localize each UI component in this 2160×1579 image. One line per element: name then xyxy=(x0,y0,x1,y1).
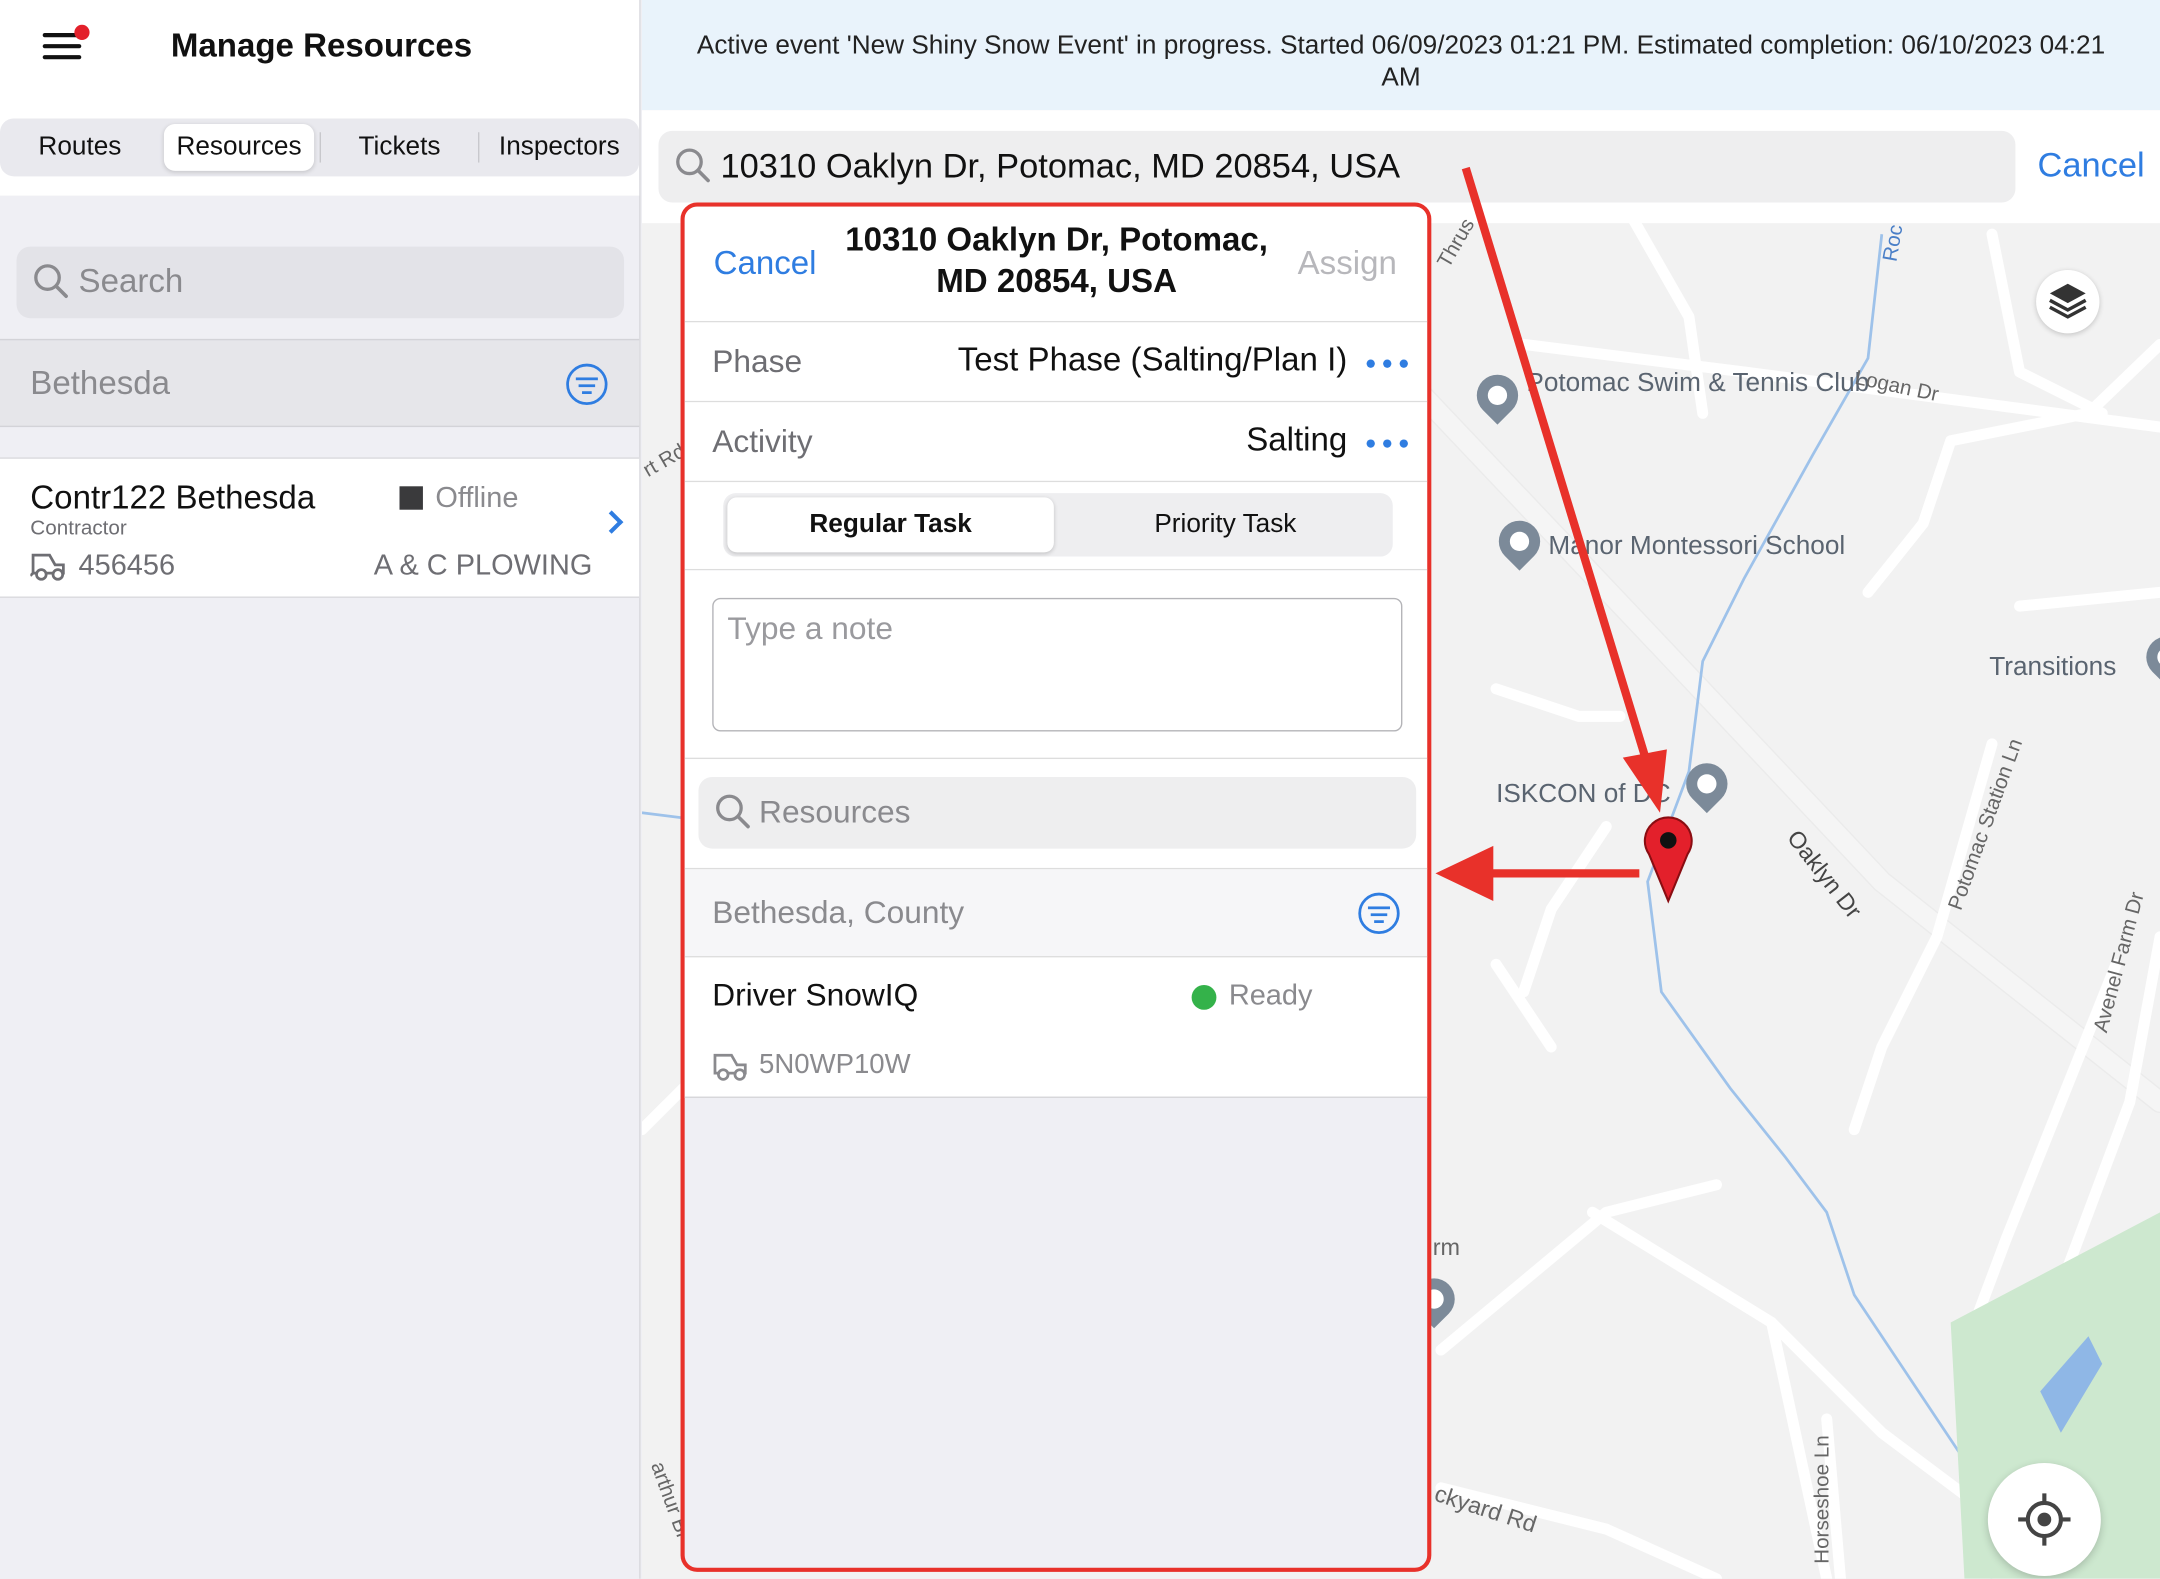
assign-task-popup: Cancel 10310 Oaklyn Dr, Potomac, MD 2085… xyxy=(680,202,1432,1572)
note-section: Type a note xyxy=(684,570,1428,760)
place-label-iskcon[interactable]: ISKCON of DC xyxy=(1496,780,1671,810)
popup-region-header: Bethesda, County xyxy=(684,869,1428,958)
truck-icon xyxy=(713,1053,747,1081)
place-label-montessori[interactable]: Manor Montessori School xyxy=(1548,532,1845,562)
phase-value: Test Phase (Salting/Plan I) xyxy=(957,341,1348,379)
road-label: rm xyxy=(1432,1234,1461,1261)
search-icon xyxy=(34,264,68,298)
tab-resources[interactable]: Resources xyxy=(163,123,315,171)
search-icon xyxy=(676,148,710,183)
sidebar: Manage Resources Routes Resources Ticket… xyxy=(0,0,641,1579)
map-layers-button[interactable] xyxy=(2036,270,2100,334)
popup-title: 10310 Oaklyn Dr, Potomac, MD 20854, USA xyxy=(845,221,1268,301)
activity-row[interactable]: Activity Salting xyxy=(684,402,1428,483)
event-banner-text: Active event 'New Shiny Snow Event' in p… xyxy=(696,31,2106,93)
notification-dot xyxy=(74,24,90,40)
region-header: Bethesda xyxy=(0,338,640,428)
tab-routes[interactable]: Routes xyxy=(8,124,151,171)
address-pin-icon[interactable] xyxy=(1642,813,1694,904)
resource-company: A & C PLOWING xyxy=(373,549,593,582)
task-type-segmented-control: Regular Task Priority Task xyxy=(723,493,1393,557)
search-input[interactable]: Search xyxy=(16,246,625,319)
phase-row[interactable]: Phase Test Phase (Salting/Plan I) xyxy=(684,322,1428,403)
search-placeholder: Search xyxy=(78,263,184,301)
priority-task-option[interactable]: Priority Task xyxy=(1062,497,1388,552)
search-icon xyxy=(716,794,750,829)
place-label-transitions[interactable]: Transitions xyxy=(1989,653,2116,683)
truck-icon xyxy=(30,553,65,581)
more-options-icon[interactable] xyxy=(1366,439,1408,448)
note-placeholder: Type a note xyxy=(727,610,893,647)
menu-icon[interactable] xyxy=(42,24,90,63)
popup-header: Cancel 10310 Oaklyn Dr, Potomac, MD 2085… xyxy=(684,206,1428,323)
resource-name: Contr122 Bethesda xyxy=(30,479,316,517)
resource-list-item[interactable]: Contr122 Bethesda Contractor Offline 456… xyxy=(0,457,640,598)
driver-status: Ready xyxy=(1228,979,1313,1012)
resources-search-section: Resources xyxy=(684,759,1428,870)
resources-placeholder: Resources xyxy=(759,793,911,830)
task-type-section: Regular Task Priority Task xyxy=(684,482,1428,571)
popup-region-label: Bethesda, County xyxy=(712,894,965,930)
filter-icon[interactable] xyxy=(1358,892,1400,935)
address-search-input[interactable]: 10310 Oaklyn Dr, Potomac, MD 20854, USA xyxy=(658,130,2016,203)
driver-list-item[interactable]: Driver SnowIQ Ready 5N0WP10W xyxy=(684,957,1428,1098)
driver-name: Driver SnowIQ xyxy=(712,976,919,1013)
resources-search-input[interactable]: Resources xyxy=(698,776,1417,849)
layers-icon xyxy=(2049,283,2087,319)
address-search-value: 10310 Oaklyn Dr, Potomac, MD 20854, USA xyxy=(720,147,1401,186)
tab-bar: Routes Resources Tickets Inspectors xyxy=(0,118,640,177)
resource-vehicle-id: 456456 xyxy=(78,549,176,582)
page-title: Manage Resources xyxy=(170,27,473,65)
filter-icon[interactable] xyxy=(566,363,608,406)
address-cancel-button[interactable]: Cancel xyxy=(2037,146,2144,186)
activity-value: Salting xyxy=(1246,421,1348,459)
ready-status-icon xyxy=(1191,984,1217,1010)
tab-inspectors[interactable]: Inspectors xyxy=(485,124,634,171)
road-label: Horseshoe Ln xyxy=(1810,1435,1834,1564)
locate-icon xyxy=(2018,1493,2071,1546)
resource-type: Contractor xyxy=(30,516,127,541)
place-label-swim-club[interactable]: Potomac Swim & Tennis Club xyxy=(1526,369,1869,399)
driver-plate: 5N0WP10W xyxy=(759,1049,911,1081)
current-location-button[interactable] xyxy=(1987,1463,2101,1576)
activity-label: Activity xyxy=(712,422,813,459)
chevron-right-icon xyxy=(599,510,624,534)
assign-button[interactable]: Assign xyxy=(1298,245,1397,284)
event-banner: Active event 'New Shiny Snow Event' in p… xyxy=(641,0,2160,111)
offline-status-icon xyxy=(399,486,423,510)
phase-label: Phase xyxy=(712,343,803,379)
region-label: Bethesda xyxy=(30,365,171,403)
resource-status: Offline xyxy=(435,482,519,514)
regular-task-option[interactable]: Regular Task xyxy=(727,497,1054,553)
note-textarea[interactable]: Type a note xyxy=(712,597,1403,732)
tab-tickets[interactable]: Tickets xyxy=(328,124,471,171)
sidebar-header: Manage Resources Routes Resources Ticket… xyxy=(0,0,640,196)
more-options-icon[interactable] xyxy=(1366,359,1408,368)
popup-cancel-button[interactable]: Cancel xyxy=(714,245,817,284)
